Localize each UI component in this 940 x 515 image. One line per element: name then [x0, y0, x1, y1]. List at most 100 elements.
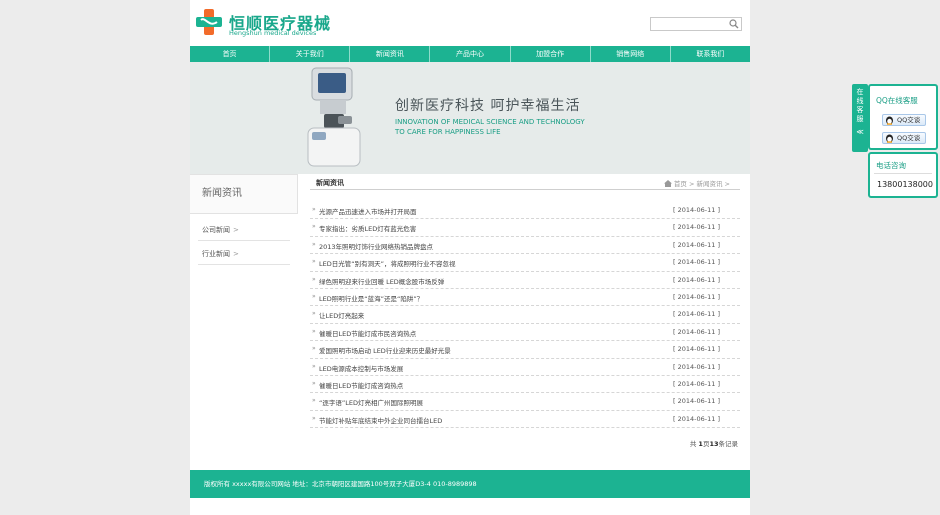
list-item[interactable]: » 光源产品迅速进入市场并打开局面 [ 2014-06-11 ] [310, 202, 740, 220]
double-arrow-icon: » [312, 362, 316, 370]
sidebar-item-industry-news[interactable]: 行业新闻 > [190, 248, 298, 261]
list-item[interactable]: » LED照明行业是“蓝海”还是“陷阱”？ [ 2014-06-11 ] [310, 289, 740, 307]
list-item[interactable]: » “逐字语”LED灯亮相广州国际照明展 [ 2014-06-11 ] [310, 393, 740, 411]
news-title-link[interactable]: 爱国照明市场启动 LED行业迎来历史最好光景 [319, 345, 451, 355]
news-date: [ 2014-06-11 ] [673, 240, 720, 249]
qq-chat-button[interactable]: QQ交谈 [882, 114, 926, 126]
news-date: [ 2014-06-11 ] [673, 345, 720, 354]
phone-consult-title: 电话咨询 [876, 161, 906, 170]
logo-cross-icon [196, 9, 222, 35]
breadcrumb-current[interactable]: 新闻资讯 [696, 180, 722, 188]
qq-service-box: QQ在线客服 QQ交谈 QQ交谈 [868, 84, 938, 150]
sidebar-title: 新闻资讯 [190, 174, 298, 214]
pager-prefix: 共 [689, 440, 697, 448]
news-date: [ 2014-06-11 ] [673, 397, 720, 406]
breadcrumb-separator: > [688, 180, 695, 188]
pager-suffix: 条记录 [718, 440, 739, 448]
nav-item-sales-network[interactable]: 销售网络 [591, 46, 671, 62]
phone-number: 13800138000 [877, 180, 933, 189]
list-item[interactable]: » 绿色照明迎来行业回暖 LED概念股市场反弹 [ 2014-06-11 ] [310, 272, 740, 289]
search-icon[interactable] [729, 19, 739, 29]
double-arrow-icon: » [312, 292, 316, 300]
breadcrumb: 首页 > 新闻资讯 > [663, 178, 730, 188]
list-item[interactable]: » 专家指出：劣质LED灯有蓝光危害 [ 2014-06-11 ] [310, 219, 740, 237]
sidebar-item-company-news[interactable]: 公司新闻 > [190, 224, 298, 237]
content-title: 新闻资讯 [316, 179, 344, 187]
qq-chat-label: QQ交谈 [897, 116, 921, 124]
footer: 版权所有 xxxxx有限公司网站 地址：北京市朝阳区建国路100号双子大厦D3-… [190, 470, 750, 498]
double-arrow-icon: » [312, 310, 316, 318]
collapse-icon[interactable]: ≪ [852, 128, 868, 137]
online-service-panel: 在 线 客 服 ≪ QQ在线客服 QQ交谈 QQ交谈 电话咨询 13800138… [852, 84, 938, 198]
online-service-tab[interactable]: 在 线 客 服 ≪ [852, 84, 868, 152]
list-item[interactable]: » 催暖日LED节能灯成咨询热点 [ 2014-06-11 ] [310, 376, 740, 394]
footer-copyright: 版权所有 xxxxx有限公司网站 地址：北京市朝阳区建国路100号双子大厦D3-… [204, 480, 477, 488]
news-date: [ 2014-06-11 ] [673, 379, 720, 388]
double-arrow-icon: » [312, 345, 316, 353]
nav-item-about[interactable]: 关于我们 [270, 46, 351, 62]
news-date: [ 2014-06-11 ] [673, 206, 720, 214]
list-item[interactable]: » 让LED灯亮起来 [ 2014-06-11 ] [310, 306, 740, 324]
list-item[interactable]: » 节能灯补贴年底结束中外企业同台擂台LED [ 2014-06-11 ] [310, 411, 740, 429]
qq-chat-button[interactable]: QQ交谈 [882, 132, 926, 144]
list-item[interactable]: » LED电源成本控制与市场发展 [ 2014-06-11 ] [310, 359, 740, 376]
news-title-link[interactable]: 绿色照明迎来行业回暖 LED概念股市场反弹 [319, 276, 444, 286]
news-date: [ 2014-06-11 ] [673, 362, 720, 371]
list-item[interactable]: » LED日光管“别有洞天”，将成照明行业不容忽视 [ 2014-06-11 ] [310, 254, 740, 272]
chevron-right-icon: > [233, 226, 239, 234]
double-arrow-icon: » [312, 327, 316, 335]
qq-penguin-icon [886, 134, 893, 143]
news-title-link[interactable]: 让LED灯亮起来 [319, 310, 364, 320]
news-list: » 光源产品迅速进入市场并打开局面[ 2014-06-11 ] » 专家指出：劣质L… [310, 202, 740, 429]
pager-record-count: 13 [709, 440, 719, 448]
double-arrow-icon: » [312, 206, 316, 213]
main-nav: 首页 关于我们 新闻资讯 产品中心 加盟合作 销售网络 联系我们 [190, 46, 750, 62]
divider [198, 264, 290, 265]
banner-slogan-chinese: 创新医疗科技 呵护幸福生活 [395, 98, 581, 114]
news-title-link[interactable]: 催暖日LED节能灯成咨询热点 [319, 380, 403, 390]
divider [874, 173, 932, 174]
divider [198, 240, 290, 241]
nav-item-franchise[interactable]: 加盟合作 [511, 46, 591, 62]
qq-chat-label: QQ交谈 [897, 134, 921, 142]
page-container: 恒顺医疗器械 Hengshun medical devices 首页 关于我们 … [190, 0, 750, 515]
double-arrow-icon: » [312, 258, 316, 266]
sidebar: 新闻资讯 公司新闻 > 行业新闻 > [190, 174, 298, 265]
news-date: [ 2014-06-11 ] [673, 223, 720, 232]
news-title-link[interactable]: “逐字语”LED灯亮相广州国际照明展 [319, 397, 423, 407]
sidebar-item-label: 行业新闻 [202, 250, 230, 258]
nav-item-products[interactable]: 产品中心 [430, 46, 511, 62]
news-date: [ 2014-06-11 ] [673, 414, 720, 423]
search-box [650, 17, 742, 31]
news-title-link[interactable]: 催暖日LED节能灯成市民咨询热点 [319, 328, 416, 338]
tab-char: 在 [856, 88, 864, 96]
sidebar-item-label: 公司新闻 [202, 226, 230, 234]
news-date: [ 2014-06-11 ] [673, 292, 720, 301]
logo-english-text: Hengshun medical devices [229, 29, 317, 37]
nav-item-news[interactable]: 新闻资讯 [350, 46, 431, 62]
news-title-link[interactable]: 光源产品迅速进入市场并打开局面 [319, 206, 417, 216]
banner: 创新医疗科技 呵护幸福生活 INNOVATION OF MEDICAL SCIE… [190, 62, 750, 174]
news-title-link[interactable]: LED电源成本控制与市场发展 [319, 363, 403, 373]
double-arrow-icon: » [312, 223, 316, 231]
news-title-link[interactable]: 2013年照明灯饰行业网络热销品牌盘点 [319, 241, 433, 251]
tab-char: 服 [856, 115, 864, 123]
list-item[interactable]: » 催暖日LED节能灯成市民咨询热点 [ 2014-06-11 ] [310, 324, 740, 342]
medical-device-image [307, 67, 361, 167]
news-title-link[interactable]: 节能灯补贴年底结束中外企业同台擂台LED [319, 415, 442, 425]
list-item[interactable]: » 2013年照明灯饰行业网络热销品牌盘点 [ 2014-06-11 ] [310, 237, 740, 255]
list-item[interactable]: » 爱国照明市场启动 LED行业迎来历史最好光景 [ 2014-06-11 ] [310, 341, 740, 359]
news-title-link[interactable]: LED照明行业是“蓝海”还是“陷阱”？ [319, 293, 423, 303]
nav-item-home[interactable]: 首页 [190, 46, 271, 62]
qq-service-title: QQ在线客服 [876, 96, 918, 105]
news-title-link[interactable]: 专家指出：劣质LED灯有蓝光危害 [319, 223, 416, 233]
search-input[interactable] [653, 19, 725, 29]
double-arrow-icon: » [312, 414, 316, 422]
phone-consult-box: 电话咨询 13800138000 [868, 152, 938, 198]
breadcrumb-home[interactable]: 首页 [674, 180, 687, 188]
nav-item-contact[interactable]: 联系我们 [671, 46, 750, 62]
logo[interactable]: 恒顺医疗器械 Hengshun medical devices [195, 8, 335, 38]
banner-slogan-english-line-2: TO CARE FOR HAPPINESS LIFE [395, 128, 501, 136]
news-date: [ 2014-06-11 ] [673, 275, 720, 284]
news-title-link[interactable]: LED日光管“别有洞天”，将成照明行业不容忽视 [319, 258, 455, 268]
